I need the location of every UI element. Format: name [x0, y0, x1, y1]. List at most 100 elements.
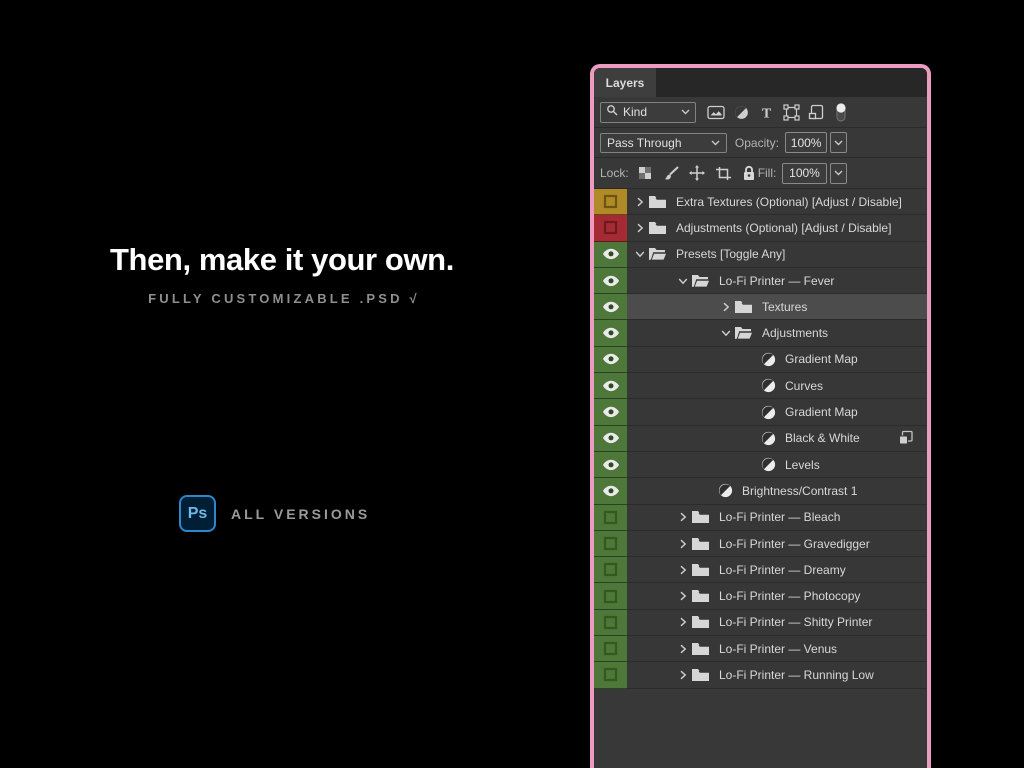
- layer-row[interactable]: Curves: [594, 373, 927, 399]
- lock-label: Lock:: [600, 166, 629, 180]
- lock-transparency-icon[interactable]: [637, 165, 654, 182]
- hidden-visibility-toggle[interactable]: [594, 662, 627, 688]
- folder-closed-icon: [691, 563, 710, 577]
- overlap-squares-icon[interactable]: [898, 430, 914, 446]
- opacity-dropdown-chevron[interactable]: [830, 132, 847, 153]
- chevron-down-icon: [681, 109, 690, 115]
- eye-visibility-toggle[interactable]: [594, 320, 627, 346]
- hidden-visibility-toggle[interactable]: [594, 610, 627, 636]
- layer-row[interactable]: Gradient Map: [594, 399, 927, 425]
- layer-row[interactable]: Lo-Fi Printer — Fever: [594, 268, 927, 294]
- adjustment-layer-filter-icon[interactable]: [732, 103, 750, 121]
- layer-row[interactable]: Textures: [594, 294, 927, 320]
- folder-closed-icon: [691, 537, 710, 551]
- hidden-visibility-toggle[interactable]: [594, 189, 627, 215]
- hidden-visibility-toggle[interactable]: [594, 215, 627, 241]
- kind-filter-label: Kind: [623, 105, 647, 119]
- adjustment-icon: [761, 352, 776, 367]
- layer-row[interactable]: Lo-Fi Printer — Bleach: [594, 505, 927, 531]
- tab-layers[interactable]: Layers: [594, 68, 656, 97]
- layer-row[interactable]: Lo-Fi Printer — Photocopy: [594, 583, 927, 609]
- layer-row[interactable]: Presets [Toggle Any]: [594, 242, 927, 268]
- collapse-chevron-down-icon[interactable]: [675, 276, 691, 286]
- expand-chevron-right-icon[interactable]: [675, 670, 691, 680]
- layer-name: Lo-Fi Printer — Dreamy: [719, 563, 846, 577]
- lock-position-icon[interactable]: [689, 165, 706, 182]
- collapse-chevron-down-icon[interactable]: [632, 249, 648, 259]
- hidden-visibility-toggle[interactable]: [594, 583, 627, 609]
- layer-name: Gradient Map: [785, 352, 858, 366]
- filter-type-icons: T: [707, 103, 850, 121]
- eye-visibility-toggle[interactable]: [594, 347, 627, 373]
- blend-mode-dropdown[interactable]: Pass Through: [600, 133, 727, 153]
- layer-name: Gradient Map: [785, 405, 858, 419]
- eye-visibility-toggle[interactable]: [594, 268, 627, 294]
- shape-layer-filter-icon[interactable]: [782, 103, 800, 121]
- adjustment-icon: [761, 378, 776, 393]
- layer-row[interactable]: Extra Textures (Optional) [Adjust / Disa…: [594, 189, 927, 215]
- type-layer-filter-icon[interactable]: T: [757, 103, 775, 121]
- photoshop-logo-icon: Ps: [179, 495, 216, 532]
- layer-row[interactable]: Black & White: [594, 426, 927, 452]
- layer-row[interactable]: Lo-Fi Printer — Shitty Printer: [594, 610, 927, 636]
- hidden-visibility-toggle[interactable]: [594, 505, 627, 531]
- lock-artboard-icon[interactable]: [715, 165, 732, 182]
- layer-name: Lo-Fi Printer — Fever: [719, 274, 834, 288]
- folder-closed-icon: [691, 615, 710, 629]
- eye-visibility-toggle[interactable]: [594, 478, 627, 504]
- folder-closed-icon: [691, 589, 710, 603]
- lock-all-icon[interactable]: [741, 165, 758, 182]
- eye-visibility-toggle[interactable]: [594, 426, 627, 452]
- layers-panel: Layers Kind T Pass Through Opacity: 100%…: [590, 64, 931, 768]
- eye-visibility-toggle[interactable]: [594, 399, 627, 425]
- expand-chevron-right-icon[interactable]: [675, 565, 691, 575]
- layer-name: Extra Textures (Optional) [Adjust / Disa…: [676, 195, 902, 209]
- layer-row[interactable]: Gradient Map: [594, 347, 927, 373]
- chevron-down-icon: [711, 140, 720, 146]
- folder-open-icon: [648, 247, 667, 261]
- fill-dropdown-chevron[interactable]: [830, 163, 847, 184]
- layer-name: Black & White: [785, 431, 860, 445]
- pixel-layer-filter-icon[interactable]: [707, 103, 725, 121]
- eye-visibility-toggle[interactable]: [594, 294, 627, 320]
- panel-tab-bar: Layers: [594, 68, 927, 97]
- filter-toggle-switch[interactable]: [832, 103, 850, 121]
- fill-label: Fill:: [758, 166, 777, 180]
- hidden-visibility-toggle[interactable]: [594, 531, 627, 557]
- layer-row[interactable]: Lo-Fi Printer — Running Low: [594, 662, 927, 688]
- layer-row[interactable]: Brightness/Contrast 1: [594, 478, 927, 504]
- smart-object-filter-icon[interactable]: [807, 103, 825, 121]
- fill-value-field[interactable]: 100%: [782, 163, 826, 184]
- expand-chevron-right-icon[interactable]: [675, 591, 691, 601]
- layer-row[interactable]: Lo-Fi Printer — Venus: [594, 636, 927, 662]
- expand-chevron-right-icon[interactable]: [675, 539, 691, 549]
- opacity-value-field[interactable]: 100%: [785, 132, 827, 153]
- svg-text:T: T: [761, 106, 771, 120]
- hidden-visibility-toggle[interactable]: [594, 557, 627, 583]
- lock-paint-icon[interactable]: [663, 165, 680, 182]
- expand-chevron-right-icon[interactable]: [632, 223, 648, 233]
- eye-visibility-toggle[interactable]: [594, 242, 627, 268]
- eye-visibility-toggle[interactable]: [594, 452, 627, 478]
- expand-chevron-right-icon[interactable]: [675, 512, 691, 522]
- layer-row[interactable]: Adjustments: [594, 320, 927, 346]
- hidden-visibility-toggle[interactable]: [594, 636, 627, 662]
- expand-chevron-right-icon[interactable]: [632, 197, 648, 207]
- headline: Then, make it your own.: [110, 242, 458, 278]
- layer-row[interactable]: Levels: [594, 452, 927, 478]
- search-icon: [606, 103, 618, 121]
- layer-row[interactable]: Adjustments (Optional) [Adjust / Disable…: [594, 215, 927, 241]
- badge-label: ALL VERSIONS: [231, 506, 370, 522]
- kind-filter-dropdown[interactable]: Kind: [600, 102, 696, 123]
- expand-chevron-right-icon[interactable]: [675, 617, 691, 627]
- expand-chevron-right-icon[interactable]: [718, 302, 734, 312]
- expand-chevron-right-icon[interactable]: [675, 644, 691, 654]
- layer-row[interactable]: Lo-Fi Printer — Dreamy: [594, 557, 927, 583]
- folder-closed-icon: [691, 642, 710, 656]
- layer-name: Presets [Toggle Any]: [676, 247, 785, 261]
- eye-visibility-toggle[interactable]: [594, 373, 627, 399]
- opacity-label: Opacity:: [735, 136, 779, 150]
- collapse-chevron-down-icon[interactable]: [718, 328, 734, 338]
- layer-row[interactable]: Lo-Fi Printer — Gravedigger: [594, 531, 927, 557]
- layer-name: Lo-Fi Printer — Gravedigger: [719, 537, 870, 551]
